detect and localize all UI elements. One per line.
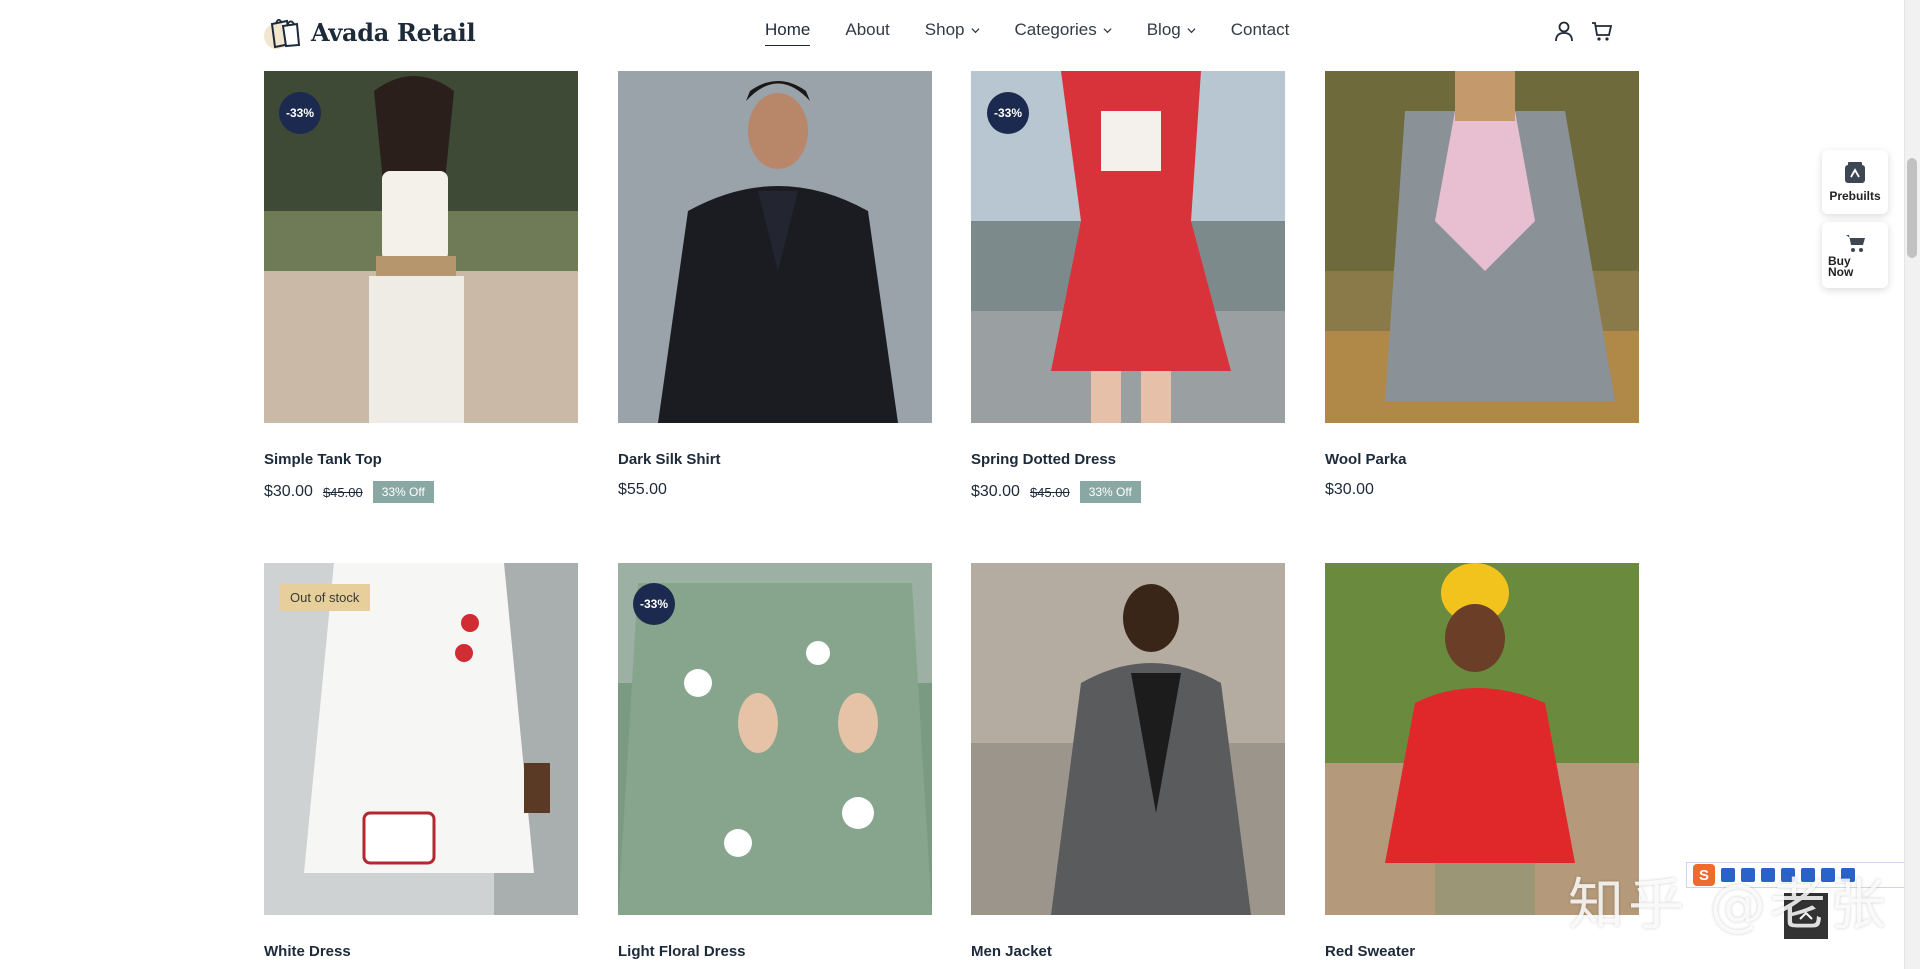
product-name[interactable]: Red Sweater [1325, 943, 1415, 960]
nav-shop-label: Shop [924, 20, 965, 39]
product-name[interactable]: Spring Dotted Dress [971, 451, 1116, 468]
discount-badge: -33% [279, 92, 321, 134]
prebuilts-label: Prebuilts [1829, 189, 1881, 203]
product-image-men-jacket[interactable] [971, 563, 1285, 915]
product-price-row: $55.00 [618, 481, 667, 499]
brand-logo[interactable]: Avada Retail [263, 14, 476, 50]
main-nav: Home About Shop Categories Blog Contact [765, 20, 1324, 46]
site-header: Avada Retail Home About Shop Categories … [0, 0, 1904, 64]
product-name[interactable]: Men Jacket [971, 943, 1052, 960]
sale-price: $30.00 [971, 483, 1020, 500]
product-price-row: $30.00 $45.00 33% Off [971, 481, 1141, 503]
product-image-dark-silk-shirt[interactable] [618, 71, 932, 423]
product-name[interactable]: White Dress [264, 943, 351, 960]
product-photo [1325, 71, 1639, 423]
discount-badge: -33% [987, 92, 1029, 134]
nav-blog[interactable]: Blog [1147, 20, 1196, 40]
product-photo [971, 563, 1285, 915]
buy-now-button[interactable]: Buy Now [1822, 222, 1888, 288]
nav-blog-label: Blog [1146, 20, 1181, 39]
nav-categories[interactable]: Categories [1015, 20, 1112, 40]
product-photo [264, 563, 578, 915]
nav-contact[interactable]: Contact [1231, 20, 1290, 40]
product-name[interactable]: Wool Parka [1325, 451, 1406, 468]
original-price: $45.00 [322, 484, 363, 500]
scrollbar-thumb[interactable] [1907, 158, 1917, 258]
cart-icon [1846, 235, 1865, 252]
product-price-row: $30.00 [1325, 481, 1374, 499]
nav-contact-label: Contact [1230, 20, 1290, 39]
product-image-wool-parka[interactable] [1325, 71, 1639, 423]
buy-now-label: Buy Now [1828, 254, 1854, 279]
header-actions [1552, 19, 1614, 43]
shopping-bags-icon [264, 18, 301, 49]
brand-name: Avada Retail [311, 17, 476, 47]
price: $55.00 [618, 481, 667, 498]
product-image-white-dress[interactable] [264, 563, 578, 915]
nav-home[interactable]: Home [765, 20, 811, 46]
nav-shop[interactable]: Shop [925, 20, 980, 40]
sale-price: $30.00 [264, 483, 313, 500]
page-scrollbar[interactable] [1904, 0, 1920, 969]
product-name[interactable]: Light Floral Dress [618, 943, 746, 960]
user-icon[interactable] [1552, 19, 1576, 43]
price: $30.00 [1325, 481, 1374, 498]
nav-about[interactable]: About [845, 20, 889, 40]
percent-off-badge: 33% Off [1079, 481, 1141, 503]
nav-categories-label: Categories [1014, 20, 1097, 39]
nav-about-label: About [845, 20, 890, 39]
original-price: $45.00 [1029, 484, 1070, 500]
watermark: 知乎 @老张 [1568, 873, 1890, 938]
product-name[interactable]: Dark Silk Shirt [618, 451, 721, 468]
product-name[interactable]: Simple Tank Top [264, 451, 382, 468]
product-photo [618, 71, 932, 423]
cart-icon[interactable] [1590, 19, 1614, 43]
percent-off-badge: 33% Off [372, 481, 434, 503]
out-of-stock-badge: Out of stock [279, 584, 371, 611]
chevron-down-icon [970, 27, 980, 33]
nav-home-label: Home [765, 20, 811, 39]
prebuilts-button[interactable]: Prebuilts [1822, 150, 1888, 214]
chevron-down-icon [1187, 27, 1196, 33]
prebuilts-icon [1845, 162, 1865, 183]
discount-badge: -33% [633, 583, 675, 625]
chevron-down-icon [1103, 27, 1112, 33]
product-price-row: $30.00 $45.00 33% Off [264, 481, 434, 503]
